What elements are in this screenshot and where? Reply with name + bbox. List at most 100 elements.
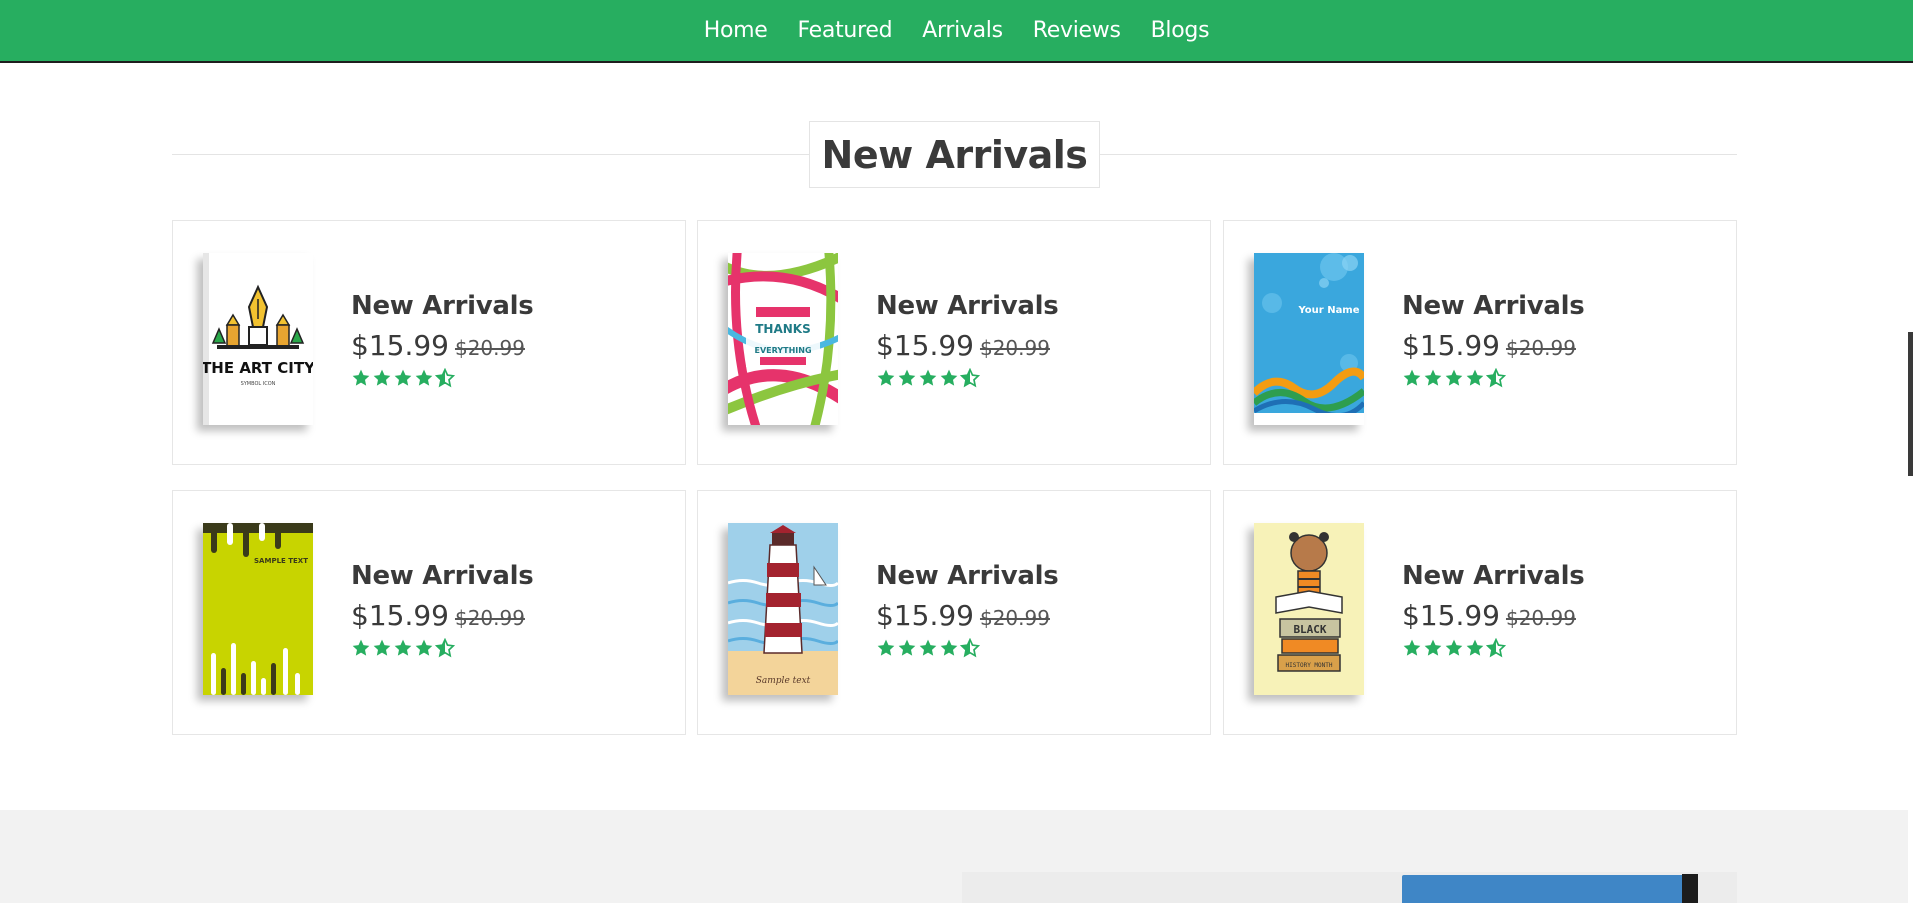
old-price: $20.99 [454,606,525,630]
current-price: $15.99 [876,599,974,632]
product-info: New Arrivals $15.99 $20.99 [351,561,534,658]
product-title[interactable]: New Arrivals [1402,561,1585,591]
star-full-icon [1424,639,1442,656]
star-full-icon [1445,369,1463,386]
next-section-band [0,810,1908,903]
section-title: New Arrivals [821,132,1088,177]
nav-blogs-link[interactable]: Blogs [1151,18,1210,43]
cover-title-text: Sample text [756,676,811,686]
cover-title-text: Your Name [1297,305,1359,316]
star-full-icon [373,369,391,386]
current-price: $15.99 [351,599,449,632]
nav-featured-link[interactable]: Featured [798,18,893,43]
star-full-icon [877,639,895,656]
product-info: New Arrivals $15.99 $20.99 [351,291,534,388]
star-full-icon [1466,639,1484,656]
price-row: $15.99 $20.99 [1402,599,1584,632]
star-full-icon [898,639,916,656]
product-title[interactable]: New Arrivals [351,291,534,321]
star-full-icon [352,369,370,386]
star-full-icon [898,369,916,386]
product-title[interactable]: New Arrivals [876,291,1059,321]
price-row: $15.99 $20.99 [351,329,533,362]
your-name-book-cover[interactable]: Your Name [1254,253,1364,425]
lighthouse-book-cover[interactable]: Sample text [728,523,838,695]
product-card[interactable]: THANKS EVERYTHING New Arrivals $15.99 $20… [697,220,1211,465]
product-card[interactable]: Sample text New Arrivals $15.99 $20.99 [697,490,1211,735]
star-full-icon [373,639,391,656]
cover-subtitle-text: HISTORY MONTH [1286,662,1333,669]
sample-text-book-cover[interactable]: SAMPLE TEXT [203,523,313,695]
star-half-icon [960,638,980,658]
star-full-icon [352,639,370,656]
star-half-icon [435,368,455,388]
star-half-icon [1486,368,1506,388]
price-row: $15.99 $20.99 [876,329,1058,362]
art-city-book-cover[interactable]: THE ART CITY SYMBOL ICON [203,253,313,425]
nav-arrivals-link[interactable]: Arrivals [922,18,1003,43]
product-info: New Arrivals $15.99 $20.99 [1402,291,1585,388]
rating-stars [1402,638,1584,658]
star-full-icon [919,369,937,386]
current-price: $15.99 [351,329,449,362]
black-history-month-book-cover[interactable]: BLACK HISTORY MONTH [1254,523,1364,695]
scrollbar-thumb[interactable] [1908,332,1913,476]
price-row: $15.99 $20.99 [351,599,533,632]
rating-stars [876,638,1058,658]
give-thanks-book-cover[interactable]: THANKS EVERYTHING [728,253,838,425]
product-info: New Arrivals $15.99 $20.99 [876,561,1059,658]
nav-home-link[interactable]: Home [704,18,768,43]
page-scrollbar[interactable] [1908,0,1913,903]
rating-stars [351,368,533,388]
star-full-icon [394,369,412,386]
star-full-icon [1403,639,1421,656]
current-price: $15.99 [876,329,974,362]
product-card[interactable]: SAMPLE TEXT New Arrivals $15.99 $20.99 [172,490,686,735]
product-title[interactable]: New Arrivals [351,561,534,591]
product-card[interactable]: Your Name New Arrivals $15.99 $20.99 [1223,220,1737,465]
cover-title-text: THE ART CITY [203,359,313,377]
old-price: $20.99 [979,336,1050,360]
price-row: $15.99 $20.99 [1402,329,1584,362]
old-price: $20.99 [454,336,525,360]
star-full-icon [940,639,958,656]
heading-box: New Arrivals [809,121,1100,188]
cover-title-text: THANKS [755,322,811,336]
star-full-icon [415,639,433,656]
star-half-icon [1486,638,1506,658]
product-title[interactable]: New Arrivals [876,561,1059,591]
cover-subtitle-text: EVERYTHING [754,346,811,355]
top-navbar: Home Featured Arrivals Reviews Blogs [0,0,1913,63]
current-price: $15.99 [1402,329,1500,362]
product-card[interactable]: THE ART CITY SYMBOL ICON New Arrivals $1… [172,220,686,465]
star-full-icon [1403,369,1421,386]
star-full-icon [394,639,412,656]
product-title[interactable]: New Arrivals [1402,291,1585,321]
cover-title-text: BLACK [1293,623,1326,636]
cover-title-text: SAMPLE TEXT [254,557,308,565]
old-price: $20.99 [1505,606,1576,630]
star-full-icon [1424,369,1442,386]
star-full-icon [415,369,433,386]
nav-reviews-link[interactable]: Reviews [1033,18,1121,43]
star-full-icon [877,369,895,386]
rating-stars [1402,368,1584,388]
star-full-icon [1466,369,1484,386]
star-full-icon [919,639,937,656]
star-full-icon [1445,639,1463,656]
star-half-icon [435,638,455,658]
price-row: $15.99 $20.99 [876,599,1058,632]
star-half-icon [960,368,980,388]
old-price: $20.99 [979,606,1050,630]
product-card[interactable]: BLACK HISTORY MONTH New Arrivals $15.99 $… [1223,490,1737,735]
product-info: New Arrivals $15.99 $20.99 [1402,561,1585,658]
star-full-icon [940,369,958,386]
rating-stars [351,638,533,658]
old-price: $20.99 [1505,336,1576,360]
cover-subtitle-text: SYMBOL ICON [241,381,276,387]
next-section-book-image [1402,875,1697,903]
next-section-book-edge [1682,874,1698,903]
product-info: New Arrivals $15.99 $20.99 [876,291,1059,388]
current-price: $15.99 [1402,599,1500,632]
section-heading: New Arrivals [172,121,1737,188]
